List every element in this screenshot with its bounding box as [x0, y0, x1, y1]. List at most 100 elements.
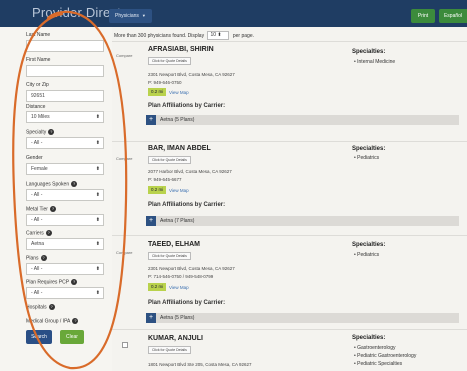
specialties-title: Specialties:: [352, 335, 386, 341]
help-icon[interactable]: ?: [48, 304, 55, 310]
first-name-input[interactable]: [26, 65, 104, 77]
compare-label: Compare: [116, 156, 133, 161]
physician-name[interactable]: TAEED, ELHAM: [148, 241, 200, 248]
plan-pcp-label: Plan Requires PCP?: [26, 279, 78, 286]
distance-badge: 0.2 mi: [148, 283, 167, 291]
specialty-item: • Pediatrics: [354, 252, 380, 258]
carrier-affiliation-row[interactable]: + Aetna (5 Plans): [146, 313, 459, 323]
medical-group-label: Medical Group / IPA?: [26, 318, 79, 325]
plus-icon[interactable]: +: [146, 313, 156, 323]
physician-phone: P: 714-546-0750 / 949-548-0799: [148, 274, 214, 279]
specialties-title: Specialties:: [352, 146, 386, 152]
carriers-select[interactable]: Aetna ⬍: [26, 238, 104, 250]
carriers-label: Carriers?: [26, 230, 52, 237]
top-nav-bar: Provider Directory Physicians ▼ Print Esp…: [0, 0, 467, 27]
select-arrow-icon: ⬍: [95, 290, 100, 296]
carrier-affiliation-label: Aetna (7 Plans): [160, 218, 195, 224]
select-arrow-icon: ⬍: [95, 192, 100, 198]
gender-select[interactable]: Female ⬍: [26, 163, 104, 175]
search-button[interactable]: Search: [26, 330, 52, 344]
view-map-link[interactable]: View Map: [169, 285, 189, 290]
plans-label: Plans?: [26, 255, 47, 262]
page-size-select[interactable]: 10 ⬍: [207, 31, 230, 40]
help-icon[interactable]: ?: [40, 255, 47, 261]
clear-button[interactable]: Clear: [60, 330, 84, 344]
compare-checkbox[interactable]: [122, 342, 128, 348]
physician-address: 2077 Harbor Blvd, Costa Mesa, CA 92627: [148, 169, 232, 174]
last-name-label: Last Name: [26, 32, 51, 38]
print-button[interactable]: Print: [411, 9, 435, 23]
quote-details-button[interactable]: Click for Quote Details: [148, 346, 191, 354]
distance-select[interactable]: 10 Miles ⬍: [26, 111, 104, 123]
specialties-title: Specialties:: [352, 49, 386, 55]
gender-value: Female: [31, 166, 48, 172]
languages-select[interactable]: - All - ⬍: [26, 189, 104, 201]
plan-pcp-select[interactable]: - All - ⬍: [26, 287, 104, 299]
select-arrow-icon: ⬍: [95, 140, 100, 146]
espanol-button[interactable]: Español: [439, 9, 467, 23]
per-page-label: per page.: [232, 32, 254, 39]
physician-card: Compare AFRASIABI, SHIRIN Click for Quot…: [112, 41, 467, 141]
plan-affiliations-title: Plan Affiliations by Carrier:: [148, 103, 226, 109]
distance-badge: 0.2 mi: [148, 88, 167, 96]
city-zip-input[interactable]: 92651: [26, 90, 104, 102]
physician-card: Compare TAEED, ELHAM Click for Quote Det…: [112, 235, 467, 329]
specialty-item: • Pediatric Specialties: [354, 361, 403, 367]
specialty-item: • Gastroenterology: [354, 345, 396, 351]
quote-details-button[interactable]: Click for Quote Details: [148, 252, 191, 260]
physician-card: Compare BAR, IMAN ABDEL Click for Quote …: [112, 141, 467, 235]
carrier-affiliation-label: Aetna (5 Plans): [160, 117, 195, 123]
specialty-item: • Pediatrics: [354, 155, 380, 161]
view-map-link[interactable]: View Map: [169, 188, 189, 193]
hospitals-label: Hospitals?: [26, 304, 55, 311]
distance-badge: 0.2 mi: [148, 186, 167, 194]
carrier-affiliation-label: Aetna (5 Plans): [160, 315, 195, 321]
specialty-label: Specialty?: [26, 129, 55, 136]
carrier-affiliation-row[interactable]: + Aetna (7 Plans): [146, 216, 459, 226]
distance-label: Distance: [26, 104, 46, 110]
physician-name[interactable]: KUMAR, ANJULI: [148, 335, 203, 342]
metal-tier-value: - All -: [31, 217, 43, 223]
quote-details-button[interactable]: Click for Quote Details: [148, 156, 191, 164]
help-icon[interactable]: ?: [49, 206, 56, 212]
physician-phone: P: 949-646-0750: [148, 80, 182, 85]
help-icon[interactable]: ?: [72, 318, 79, 324]
compare-label: Compare: [116, 250, 133, 255]
select-arrow-icon: ⬍: [95, 241, 100, 247]
select-arrow-icon: ⬍: [95, 166, 100, 172]
specialty-select[interactable]: - All - ⬍: [26, 137, 104, 149]
plan-pcp-value: - All -: [31, 290, 43, 296]
help-icon[interactable]: ?: [71, 181, 78, 187]
specialty-item: • Pediatric Gastroenterology: [354, 353, 417, 359]
city-zip-label: City or Zip: [26, 82, 49, 88]
view-map-link[interactable]: View Map: [169, 90, 189, 95]
display-label: Display: [187, 32, 205, 39]
physician-name[interactable]: BAR, IMAN ABDEL: [148, 145, 211, 152]
physicians-tab-label: Physicians: [115, 13, 139, 19]
physician-name[interactable]: AFRASIABI, SHIRIN: [148, 46, 214, 53]
quote-details-button[interactable]: Click for Quote Details: [148, 57, 191, 65]
carrier-affiliation-row[interactable]: + Aetna (5 Plans): [146, 115, 459, 125]
select-arrow-icon: ⬍: [95, 114, 100, 120]
physician-card: KUMAR, ANJULI Click for Quote Details 18…: [112, 329, 467, 371]
physicians-dropdown-tab[interactable]: Physicians ▼: [109, 9, 152, 23]
help-icon[interactable]: ?: [71, 279, 78, 285]
physician-address: 1801 Newport Blvd Ste 205, Costa Mesa, C…: [148, 362, 252, 367]
plans-select[interactable]: - All - ⬍: [26, 263, 104, 275]
metal-tier-select[interactable]: - All - ⬍: [26, 214, 104, 226]
plans-value: - All -: [31, 266, 43, 272]
languages-label: Languages Spoken?: [26, 181, 78, 188]
specialty-value: - All -: [31, 140, 43, 146]
gender-label: Gender: [26, 155, 43, 161]
help-icon[interactable]: ?: [45, 230, 52, 236]
first-name-label: First Name: [26, 57, 51, 63]
last-name-input[interactable]: [26, 40, 104, 52]
chevron-down-icon: ▼: [141, 13, 146, 18]
plus-icon[interactable]: +: [146, 216, 156, 226]
plus-icon[interactable]: +: [146, 115, 156, 125]
physician-address: 2301 Newport Blvd, Costa Mesa, CA 92627: [148, 72, 235, 77]
results-summary: More than 300 physicians found. Display …: [114, 31, 254, 40]
carriers-value: Aetna: [31, 241, 45, 247]
select-arrow-icon: ⬍: [95, 266, 100, 272]
help-icon[interactable]: ?: [48, 129, 55, 135]
